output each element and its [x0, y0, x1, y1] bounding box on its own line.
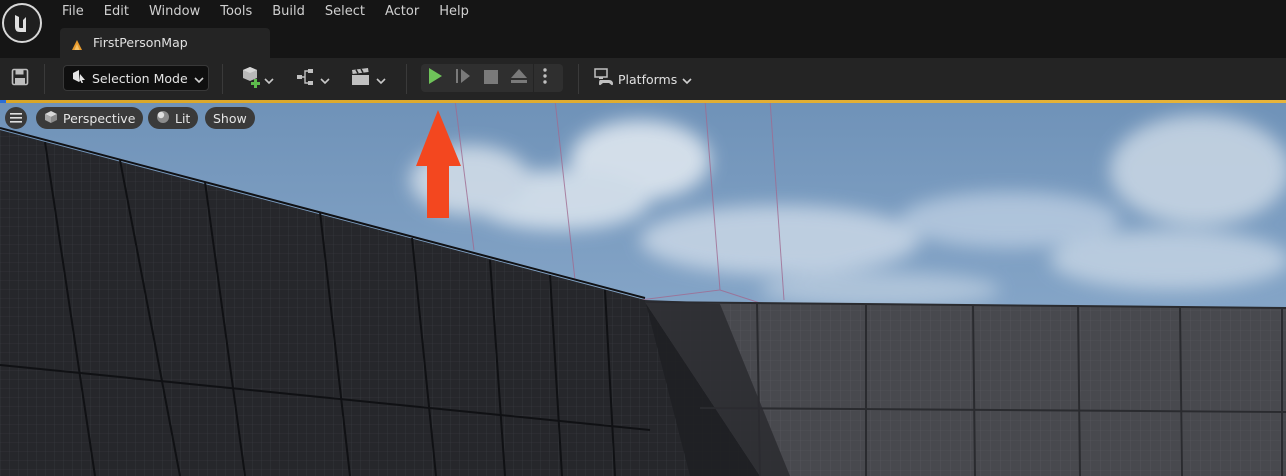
menu-help[interactable]: Help — [429, 0, 479, 24]
toolbar-divider — [406, 64, 407, 94]
blueprints-button[interactable] — [296, 66, 330, 92]
toolbar-divider — [222, 64, 223, 94]
platforms-dropdown[interactable]: Platforms — [594, 66, 692, 92]
platforms-label: Platforms — [618, 71, 678, 87]
stop-button[interactable] — [477, 64, 505, 92]
main-toolbar: Selection Mode Platforms — [0, 58, 1286, 100]
viewport-scene — [0, 100, 1286, 476]
perspective-label: Perspective — [63, 110, 136, 126]
view-mode-lit-button[interactable]: Lit — [148, 107, 199, 129]
chevron-down-icon — [194, 69, 204, 88]
save-button[interactable] — [8, 67, 32, 91]
play-options-button[interactable] — [533, 64, 555, 92]
toolbar-divider — [44, 64, 45, 94]
main-menu: File Edit Window Tools Build Select Acto… — [52, 0, 479, 24]
lit-sphere-icon — [156, 110, 170, 127]
blueprint-graph-icon — [296, 67, 318, 91]
add-actor-button[interactable] — [240, 66, 274, 92]
cube-icon — [44, 110, 58, 127]
viewport-options-button[interactable] — [5, 107, 27, 129]
selection-mode-dropdown[interactable]: Selection Mode — [63, 65, 209, 91]
menu-file[interactable]: File — [52, 0, 94, 24]
menu-edit[interactable]: Edit — [94, 0, 139, 24]
chevron-down-icon — [376, 70, 386, 89]
chevron-down-icon — [682, 70, 692, 89]
play-controls — [421, 64, 563, 92]
selection-mode-label: Selection Mode — [92, 70, 188, 86]
save-icon — [11, 68, 29, 90]
menu-select[interactable]: Select — [315, 0, 375, 24]
chevron-down-icon — [264, 70, 274, 89]
level-icon — [71, 36, 83, 55]
stop-icon — [484, 69, 498, 88]
cinematics-button[interactable] — [350, 66, 386, 92]
viewport-active-border — [0, 100, 1286, 103]
selection-cursor-icon — [72, 68, 86, 88]
level-viewport[interactable]: Perspective Lit Show — [0, 100, 1286, 476]
eject-button[interactable] — [505, 64, 533, 92]
hamburger-icon — [10, 111, 22, 126]
show-label: Show — [213, 110, 247, 126]
document-tab-label: FirstPersonMap — [93, 35, 188, 50]
toolbar-divider — [578, 64, 579, 94]
document-tab-firstpersonmap[interactable]: FirstPersonMap — [60, 28, 270, 58]
lit-label: Lit — [175, 110, 191, 126]
menu-tools[interactable]: Tools — [210, 0, 262, 24]
show-flags-button[interactable]: Show — [205, 107, 255, 129]
play-icon — [427, 67, 443, 89]
more-vertical-icon — [542, 68, 547, 88]
clapperboard-icon — [350, 67, 372, 91]
menu-build[interactable]: Build — [262, 0, 315, 24]
menu-bar: File Edit Window Tools Build Select Acto… — [0, 0, 1286, 58]
menu-actor[interactable]: Actor — [375, 0, 429, 24]
platforms-icon — [594, 68, 614, 90]
unreal-engine-logo[interactable] — [2, 3, 42, 43]
chevron-down-icon — [320, 70, 330, 89]
perspective-view-button[interactable]: Perspective — [36, 107, 144, 129]
step-forward-icon — [455, 68, 471, 88]
add-actor-icon — [240, 66, 262, 92]
advance-frame-button[interactable] — [449, 64, 477, 92]
menu-window[interactable]: Window — [139, 0, 210, 24]
eject-icon — [510, 68, 528, 88]
play-button[interactable] — [421, 64, 449, 92]
